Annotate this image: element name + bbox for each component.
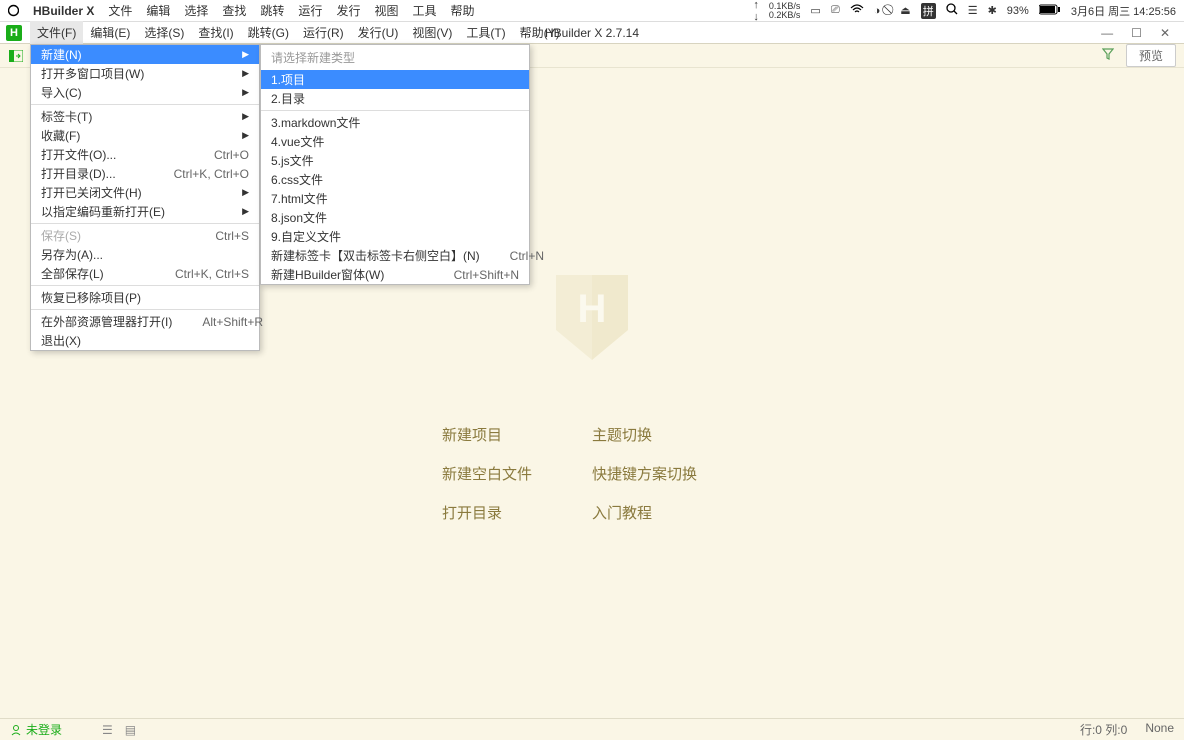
submenu-arrow-icon: ▶: [242, 130, 249, 141]
new-menu-header: 请选择新建类型: [261, 45, 529, 70]
file-menu-item[interactable]: 打开目录(D)...Ctrl+K, Ctrl+O: [31, 164, 259, 183]
submenu-arrow-icon: ▶: [242, 49, 249, 60]
file-menu-item[interactable]: 退出(X): [31, 331, 259, 350]
network-speed: 0.1KB/s0.2KB/s: [769, 2, 801, 20]
clock[interactable]: 3月6日 周三 14:25:56: [1071, 3, 1176, 19]
maximize-button[interactable]: ☐: [1131, 26, 1142, 40]
welcome-keymap[interactable]: 快捷键方案切换: [592, 463, 742, 484]
file-menu-item: 保存(S)Ctrl+S: [31, 226, 259, 245]
file-menu-item[interactable]: 恢复已移除项目(P): [31, 288, 259, 307]
file-menu-item[interactable]: 打开多窗口项目(W)▶: [31, 64, 259, 83]
new-menu-item[interactable]: 新建HBuilder窗体(W)Ctrl+Shift+N: [261, 265, 529, 284]
battery-icon: [1039, 4, 1061, 18]
file-menu-item[interactable]: 打开文件(O)...Ctrl+O: [31, 145, 259, 164]
file-menu-item[interactable]: 另存为(A)...: [31, 245, 259, 264]
mac-menu-goto[interactable]: 跳转: [260, 2, 284, 19]
menu-run[interactable]: 运行(R): [296, 21, 351, 44]
mac-menu-help[interactable]: 帮助: [450, 2, 474, 19]
menu-select[interactable]: 选择(S): [137, 21, 191, 44]
mac-menu-find[interactable]: 查找: [222, 2, 246, 19]
new-menu-item[interactable]: 8.json文件: [261, 208, 529, 227]
mac-menu-publish[interactable]: 发行: [336, 2, 360, 19]
mac-menu-view[interactable]: 视图: [374, 2, 398, 19]
sidebar-toggle-icon[interactable]: [8, 48, 24, 64]
new-menu-item[interactable]: 7.html文件: [261, 189, 529, 208]
close-button[interactable]: ✕: [1160, 26, 1170, 40]
new-menu-item[interactable]: 4.vue文件: [261, 132, 529, 151]
eject-icon[interactable]: ⏏: [900, 4, 910, 17]
bluetooth-icon[interactable]: ✱: [988, 4, 997, 17]
new-menu-item[interactable]: 5.js文件: [261, 151, 529, 170]
new-menu-item[interactable]: 2.目录: [261, 89, 529, 108]
sync-icon[interactable]: ◑: [874, 5, 881, 17]
new-menu-item[interactable]: 新建标签卡【双击标签卡右侧空白】(N)Ctrl+N: [261, 246, 529, 265]
statusbar: 未登录 ☰ ▤ 行:0 列:0 None: [0, 718, 1184, 740]
submenu-arrow-icon: ▶: [242, 206, 249, 217]
mac-menu-file[interactable]: 文件: [108, 2, 132, 19]
search-icon[interactable]: [946, 3, 958, 18]
window-title: HBuilder X 2.7.14: [545, 26, 639, 40]
menu-goto[interactable]: 跳转(G): [241, 21, 296, 44]
user-icon: [10, 724, 22, 736]
menu-tools[interactable]: 工具(T): [459, 21, 512, 44]
cursor-position: 行:0 列:0: [1080, 721, 1127, 738]
new-menu-item[interactable]: 9.自定义文件: [261, 227, 529, 246]
welcome-pane: H 新建项目 主题切换 新建空白文件 快捷键方案切换 打开目录 入门教程: [442, 270, 742, 523]
file-menu-item[interactable]: 收藏(F)▶: [31, 126, 259, 145]
submenu-arrow-icon: ▶: [242, 111, 249, 122]
mac-menu-select[interactable]: 选择: [184, 2, 208, 19]
syntax-mode[interactable]: None: [1145, 721, 1174, 738]
welcome-tutorial[interactable]: 入门教程: [592, 502, 742, 523]
file-menu-item[interactable]: 在外部资源管理器打开(I)Alt+Shift+R: [31, 312, 259, 331]
svg-text:H: H: [578, 287, 607, 331]
new-menu-item[interactable]: 3.markdown文件: [261, 113, 529, 132]
welcome-theme[interactable]: 主题切换: [592, 424, 742, 445]
submenu-arrow-icon: ▶: [242, 187, 249, 198]
hbuilder-logo-icon: H: [6, 25, 22, 41]
ime-icon[interactable]: 拼: [921, 3, 936, 19]
menu-edit[interactable]: 编辑(E): [83, 21, 137, 44]
welcome-open-dir[interactable]: 打开目录: [442, 502, 592, 523]
preview-button[interactable]: 预览: [1126, 44, 1176, 67]
minimize-button[interactable]: —: [1101, 26, 1113, 40]
menu-view[interactable]: 视图(V): [405, 21, 459, 44]
hbuilder-shield-icon: H: [551, 270, 633, 364]
file-menu-item[interactable]: 导入(C)▶: [31, 83, 259, 102]
mac-menu-edit[interactable]: 编辑: [146, 2, 170, 19]
file-dropdown: 新建(N)▶打开多窗口项目(W)▶导入(C)▶ 标签卡(T)▶收藏(F)▶打开文件…: [30, 44, 260, 351]
welcome-new-project[interactable]: 新建项目: [442, 424, 592, 445]
mac-menu-tools[interactable]: 工具: [412, 2, 436, 19]
file-menu-item[interactable]: 新建(N)▶: [31, 45, 259, 64]
welcome-new-blank[interactable]: 新建空白文件: [442, 463, 592, 484]
battery-percent: 93%: [1007, 5, 1029, 17]
list-icon[interactable]: ☰: [102, 723, 113, 737]
file-menu-item[interactable]: 以指定编码重新打开(E)▶: [31, 202, 259, 221]
file-menu-item[interactable]: 全部保存(L)Ctrl+K, Ctrl+S: [31, 264, 259, 283]
app-menubar: H 文件(F) 编辑(E) 选择(S) 查找(I) 跳转(G) 运行(R) 发行…: [0, 22, 1184, 44]
menu-find[interactable]: 查找(I): [191, 21, 240, 44]
new-menu-item[interactable]: 1.项目: [261, 70, 529, 89]
menu-icon[interactable]: ☰: [968, 4, 978, 17]
display-icon[interactable]: ▭: [810, 4, 820, 17]
apple-icon: [8, 4, 19, 17]
new-menu-item[interactable]: 6.css文件: [261, 170, 529, 189]
filter-icon[interactable]: [1096, 46, 1120, 65]
menu-file[interactable]: 文件(F): [30, 21, 83, 44]
terminal-icon[interactable]: ▤: [125, 723, 136, 737]
new-dropdown: 请选择新建类型1.项目2.目录 3.markdown文件4.vue文件5.js文件…: [260, 44, 530, 285]
submenu-arrow-icon: ▶: [242, 87, 249, 98]
mac-app-name[interactable]: HBuilder X: [33, 4, 94, 18]
screen-icon[interactable]: ⎚: [831, 4, 840, 17]
mac-menu-run[interactable]: 运行: [298, 2, 322, 19]
mac-menubar: HBuilder X 文件 编辑 选择 查找 跳转 运行 发行 视图 工具 帮助…: [0, 0, 1184, 22]
file-menu-item[interactable]: 标签卡(T)▶: [31, 107, 259, 126]
menu-publish[interactable]: 发行(U): [351, 21, 406, 44]
wifi-icon[interactable]: [850, 4, 864, 17]
login-status[interactable]: 未登录: [10, 721, 62, 738]
file-menu-item[interactable]: 打开已关闭文件(H)▶: [31, 183, 259, 202]
updown-arrows-icon: ↑↓: [753, 0, 759, 23]
submenu-arrow-icon: ▶: [242, 68, 249, 79]
